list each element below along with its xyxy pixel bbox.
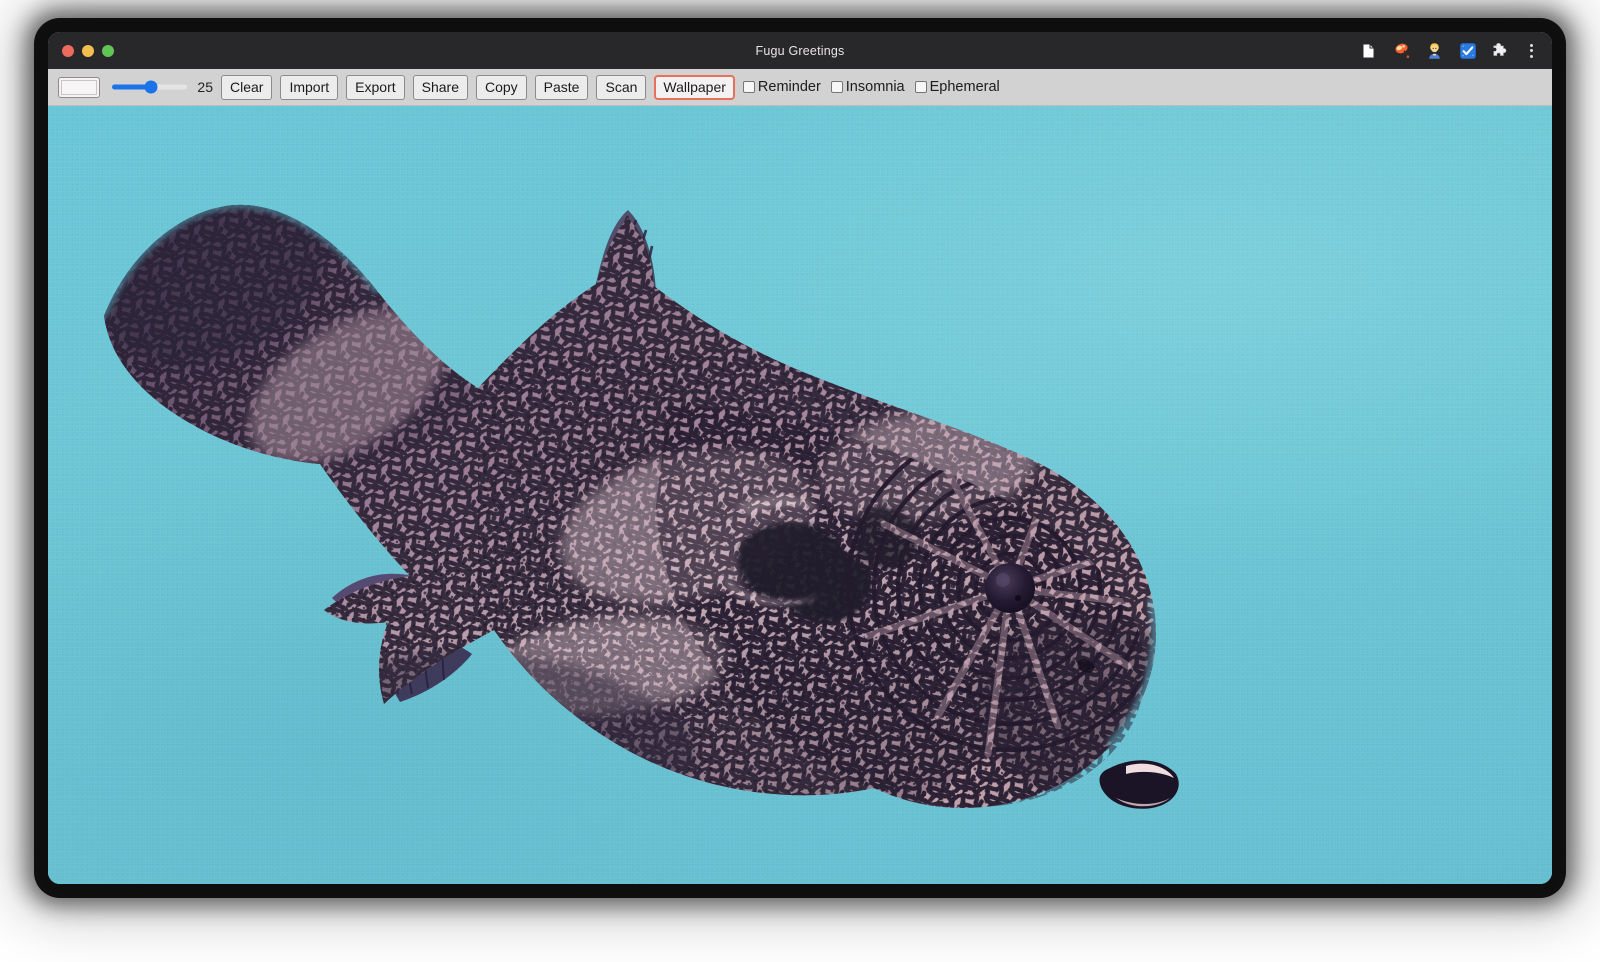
ephemeral-checkbox-box[interactable] [915,81,927,93]
clear-button[interactable]: Clear [221,75,272,100]
titlebar-icon-group [1359,41,1538,60]
copy-button[interactable]: Copy [476,75,527,100]
reminder-checkbox-box[interactable] [743,81,755,93]
person-avatar-icon[interactable] [1425,41,1444,60]
line-width-slider[interactable] [112,78,187,96]
puzzle-extensions-icon[interactable] [1491,41,1510,60]
blue-app-badge-icon[interactable] [1458,41,1477,60]
insomnia-checkbox-box[interactable] [831,81,843,93]
maximize-window-button[interactable] [102,45,114,57]
scan-button[interactable]: Scan [596,75,646,100]
reminder-checkbox-label: Reminder [758,79,821,95]
share-button[interactable]: Share [413,75,468,100]
fish-mouth [1099,760,1178,808]
paste-button[interactable]: Paste [535,75,589,100]
insomnia-checkbox-label: Insomnia [846,79,905,95]
slider-value-label: 25 [195,79,213,95]
import-button[interactable]: Import [280,75,338,100]
paint-palette-icon[interactable] [1392,41,1411,60]
window-title: Fugu Greetings [48,44,1552,58]
minimize-window-button[interactable] [82,45,94,57]
slider-thumb[interactable] [145,81,158,94]
close-window-button[interactable] [62,45,74,57]
export-button[interactable]: Export [346,75,404,100]
window-titlebar: Fugu Greetings [48,32,1552,69]
app-toolbar: 25 Clear Import Export Share Copy Paste … [48,69,1552,106]
screen-root: Fugu Greetings [0,0,1600,962]
app-window: Fugu Greetings [48,32,1552,884]
fish-eye [985,563,1035,613]
insomnia-checkbox[interactable]: Insomnia [831,79,905,95]
overflow-menu-button[interactable] [1524,41,1538,60]
traffic-light-group [62,45,114,57]
pufferfish-photo [48,106,1552,884]
ephemeral-checkbox-label: Ephemeral [930,79,1000,95]
ephemeral-checkbox[interactable]: Ephemeral [915,79,1000,95]
color-picker-input[interactable] [58,77,100,98]
reminder-checkbox[interactable]: Reminder [743,79,821,95]
color-swatch-fill [61,80,97,95]
drawing-canvas[interactable] [48,106,1552,884]
page-document-icon[interactable] [1359,41,1378,60]
wallpaper-button[interactable]: Wallpaper [654,75,735,100]
